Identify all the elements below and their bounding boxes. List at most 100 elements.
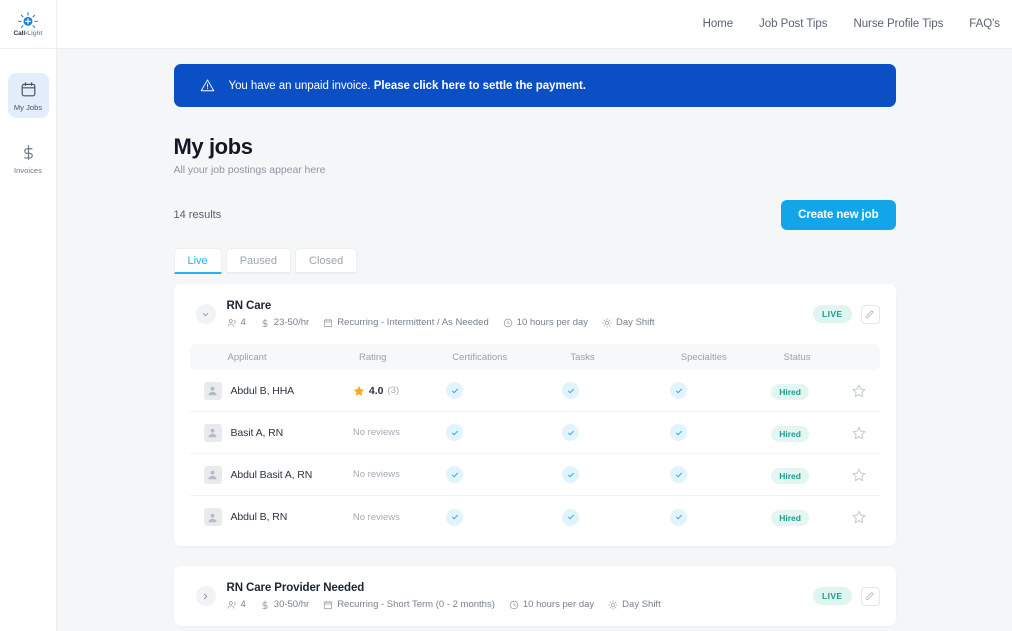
job-meta-rate: 30-50/hr <box>260 599 309 610</box>
applicant-cell: Abdul B, RN <box>203 508 353 526</box>
person-icon <box>208 428 217 438</box>
favorite-star-icon[interactable] <box>851 383 866 398</box>
job-meta-rate-text: 23-50/hr <box>273 317 310 328</box>
rating-value: No reviews <box>352 427 400 438</box>
banner-text-link[interactable]: Please click here to settle the payment. <box>374 80 586 92</box>
sidebar-item-my-jobs[interactable]: My Jobs <box>7 73 49 118</box>
edit-job-button[interactable] <box>860 586 880 606</box>
favorite-cell <box>851 425 866 440</box>
job-meta-hours-text: 10 hours per day <box>522 599 595 610</box>
certifications-cell <box>446 424 562 441</box>
create-new-job-button[interactable]: Create new job <box>781 200 896 230</box>
favorite-cell <box>851 383 866 398</box>
warning-triangle-icon <box>200 79 214 92</box>
job-meta-schedule: Recurring - Intermittent / As Needed <box>323 317 489 328</box>
job-title: RN Care <box>226 300 272 312</box>
sun-icon <box>602 317 612 328</box>
pencil-icon <box>866 592 874 600</box>
rating-cell: No reviews <box>353 427 446 438</box>
rating-count: (3) <box>387 385 400 396</box>
call-light-bulb-icon <box>18 11 38 28</box>
tasks-cell <box>562 382 670 399</box>
calendar-icon <box>21 82 35 97</box>
tasks-cell <box>562 508 670 526</box>
job-expand-toggle[interactable] <box>195 304 216 324</box>
sidebar-item-invoices-label: Invoices <box>14 166 42 175</box>
star-filled-icon <box>353 385 365 396</box>
job-card-header[interactable]: RN Care Provider Needed 4 30-50/hr Recur… <box>174 566 896 626</box>
nav-link-nurse-profile-tips[interactable]: Nurse Profile Tips <box>853 18 943 30</box>
check-icon <box>670 466 688 483</box>
job-meta-schedule-text: Recurring - Short Term (0 - 2 months) <box>337 599 495 610</box>
job-meta-shift-text: Day Shift <box>622 599 661 610</box>
table-row[interactable]: Abdul B, HHA 4.0 (3) Hired <box>189 370 880 412</box>
page-title: My jobs <box>173 134 254 159</box>
rating-cell: No reviews <box>353 469 446 480</box>
top-navigation-bar: Home Job Post Tips Nurse Profile Tips FA… <box>57 0 1012 49</box>
specialties-cell <box>670 466 771 483</box>
applicant-cell: Basit A, RN <box>203 423 353 442</box>
status-cell: Hired <box>771 382 851 400</box>
job-card: RN Care Provider Needed 4 30-50/hr Recur… <box>173 566 896 626</box>
sidebar-item-my-jobs-label: My Jobs <box>13 103 43 112</box>
nav-link-job-post-tips[interactable]: Job Post Tips <box>759 18 827 30</box>
certifications-cell <box>446 508 562 526</box>
certifications-cell <box>446 382 562 399</box>
page-subtitle: All your job postings appear here <box>173 164 326 176</box>
column-header-rating: Rating <box>358 351 387 363</box>
applicant-cell: Abdul Basit A, RN <box>203 465 353 484</box>
favorite-cell <box>851 467 866 482</box>
avatar <box>203 508 222 526</box>
banner-text-plain: You have an unpaid invoice. <box>228 79 374 92</box>
job-meta-schedule-text: Recurring - Intermittent / As Needed <box>337 317 489 328</box>
favorite-star-icon[interactable] <box>851 510 866 524</box>
check-icon <box>670 424 688 441</box>
sidebar-nav: My Jobs Invoices <box>0 49 56 181</box>
brand-logo[interactable]: Call-Light <box>0 0 56 49</box>
favorite-star-icon[interactable] <box>851 425 866 440</box>
nav-link-home[interactable]: Home <box>703 18 734 30</box>
applicants-table: Applicant Rating Certifications Tasks Sp… <box>174 344 896 546</box>
table-row[interactable]: Basit A, RN No reviews Hired <box>189 412 880 454</box>
job-card-header[interactable]: RN Care 4 23-50/hr Recurring - Intermitt… <box>174 284 896 344</box>
column-header-status: Status <box>783 351 811 363</box>
table-row[interactable]: Abdul Basit A, RN No reviews Hired <box>189 454 880 496</box>
job-meta-shift-text: Day Shift <box>616 317 655 328</box>
tab-closed[interactable]: Closed <box>295 248 358 274</box>
content-column: You have an unpaid invoice. Please click… <box>173 49 896 626</box>
job-meta-openings-text: 4 <box>240 599 246 610</box>
job-meta-shift: Day Shift <box>608 599 661 610</box>
job-meta-openings: 4 <box>227 599 246 610</box>
person-icon <box>208 513 217 522</box>
applicant-name: Basit A, RN <box>230 426 284 439</box>
specialties-cell <box>670 424 771 441</box>
status-badge: Hired <box>771 510 809 526</box>
check-icon <box>446 382 464 399</box>
dollar-icon <box>23 145 33 160</box>
dollar-icon <box>262 600 268 609</box>
status-badge: Hired <box>771 467 809 484</box>
certifications-cell <box>446 466 562 483</box>
job-meta-hours: 10 hours per day <box>509 599 594 610</box>
edit-job-button[interactable] <box>860 304 880 324</box>
sidebar-item-invoices[interactable]: Invoices <box>8 136 49 181</box>
favorite-star-icon[interactable] <box>851 467 866 482</box>
avatar <box>203 381 222 400</box>
tasks-cell <box>562 424 670 441</box>
column-header-applicant: Applicant <box>227 351 267 363</box>
nav-link-faqs[interactable]: FAQ's <box>969 18 1000 30</box>
table-header-row: Applicant Rating Certifications Tasks Sp… <box>189 344 880 370</box>
tab-live[interactable]: Live <box>173 248 222 274</box>
brand-name-light: Light <box>27 29 43 37</box>
job-card-actions: LIVE <box>813 586 880 606</box>
job-meta-list: 4 30-50/hr Recurring - Short Term (0 - 2… <box>227 599 803 610</box>
status-badge: Hired <box>771 383 809 400</box>
job-expand-toggle[interactable] <box>195 586 216 606</box>
job-meta-shift: Day Shift <box>602 317 655 328</box>
rating-value: 4.0 <box>368 384 384 397</box>
unpaid-invoice-banner[interactable]: You have an unpaid invoice. Please click… <box>173 64 896 107</box>
column-header-specialties: Specialties <box>680 351 727 363</box>
table-row[interactable]: Abdul B, RN No reviews Hired <box>190 496 880 538</box>
check-icon <box>562 466 580 483</box>
tab-paused[interactable]: Paused <box>225 248 291 274</box>
